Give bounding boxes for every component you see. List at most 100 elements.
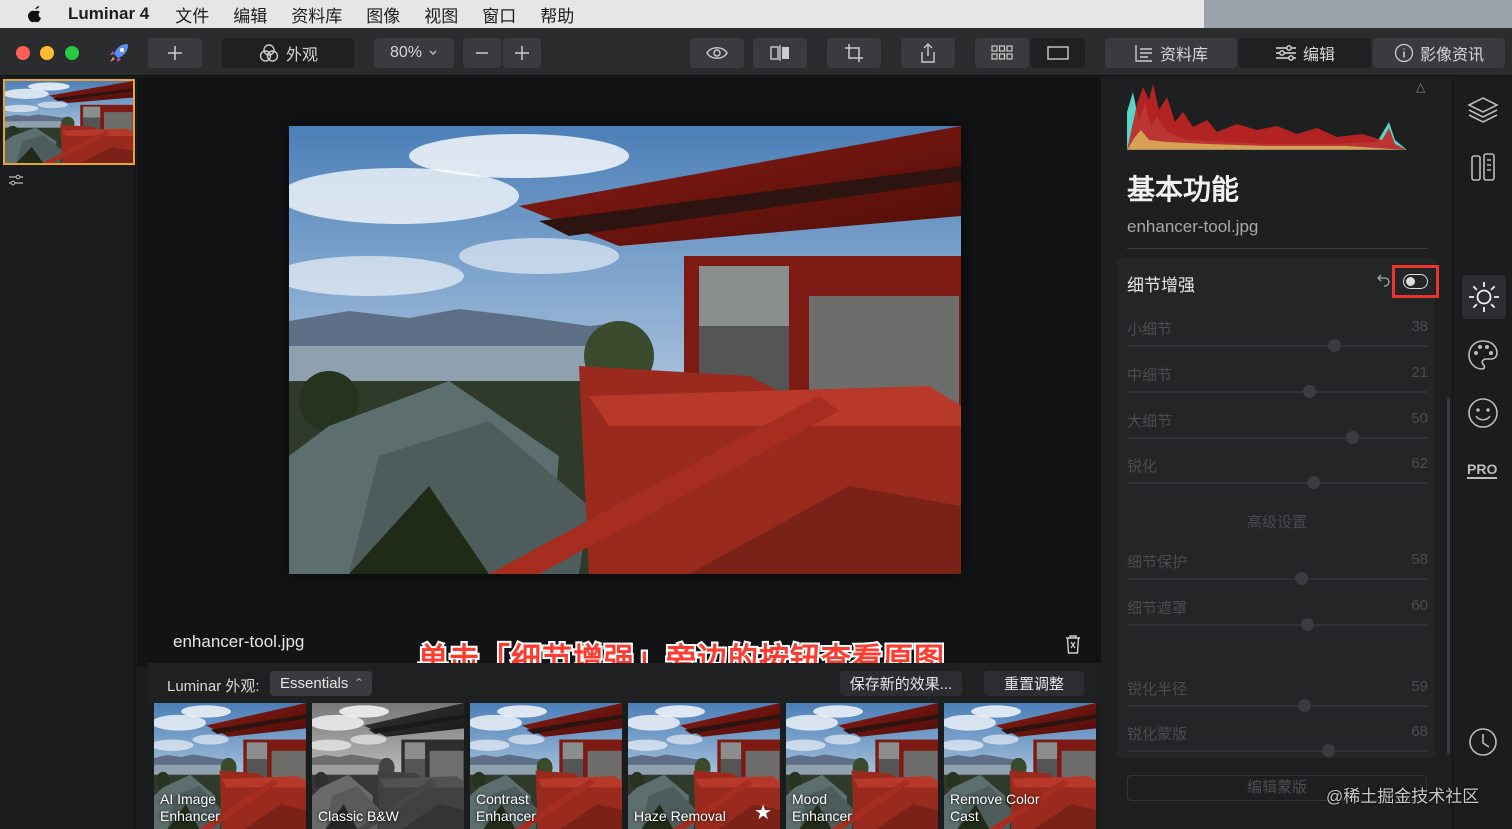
slider-label: 锐化半径 [1127,681,1188,698]
plus-icon [515,46,529,60]
look-tile-ai-image-enhancer[interactable]: AI Image Enhancer [154,703,306,829]
slider-handle[interactable] [1307,476,1320,489]
history-clock-icon[interactable] [1466,725,1500,764]
favorite-star-icon[interactable]: ★ [754,800,772,825]
divider [1127,248,1427,249]
palette-creative-icon[interactable] [1466,338,1500,377]
face-portrait-icon[interactable] [1466,396,1500,435]
reset-adjustments-button[interactable]: 重置调整 [984,671,1084,696]
toolbar: 外观 80% 资料库 编辑 影像资讯 [0,28,1512,76]
panel-scrollbar[interactable] [1447,398,1450,754]
looks-button[interactable]: 外观 [222,38,354,68]
tool-title[interactable]: 细节增强 [1127,271,1195,296]
zoom-in-button[interactable] [503,38,541,68]
slider-track[interactable] [1127,391,1427,393]
advanced-settings-label[interactable]: 高级设置 [1127,511,1427,532]
tab-library[interactable]: 资料库 [1105,38,1237,68]
pro-tools-icon[interactable]: PRO [1467,461,1498,479]
crop-icon [845,44,863,62]
slider-track[interactable] [1127,345,1427,347]
highlight-clipping-icon[interactable]: △ [1416,80,1425,94]
canvas-tools-icon[interactable] [1466,152,1500,189]
menu-view[interactable]: 视图 [424,2,458,27]
split-view-icon [770,45,789,61]
eye-icon [706,47,728,59]
looks-category-value: Essentials [280,675,349,692]
slider-handle[interactable] [1302,385,1316,398]
slider-track[interactable] [1127,624,1427,626]
tool-visibility-toggle[interactable] [1403,274,1428,289]
look-tile-contrast-enhancer[interactable]: Contrast Enhancer [470,703,622,829]
zoom-select[interactable]: 80% [374,38,454,68]
slider-handle[interactable] [1346,431,1359,444]
slider-track[interactable] [1127,705,1427,707]
crop-button[interactable] [827,38,881,68]
tab-edit[interactable]: 编辑 [1239,38,1371,68]
menu-library[interactable]: 资料库 [291,2,342,27]
slider-label: 锐化蒙版 [1127,726,1188,743]
slider-handle[interactable] [1322,744,1335,757]
close-window-button[interactable] [16,46,30,60]
look-caption: Remove Color Cast [950,791,1040,824]
tab-info[interactable]: 影像资讯 [1373,38,1505,68]
compare-button[interactable] [753,38,807,68]
slider-track[interactable] [1127,437,1427,439]
app-name-menu[interactable]: Luminar 4 [68,4,149,24]
slider-value: 59 [1411,678,1428,695]
look-tile-remove-color-cast[interactable]: Remove Color Cast [944,703,1096,829]
looks-label: Luminar 外观: [167,678,260,695]
slider-label: 锐化 [1127,458,1158,475]
panel-file-name: enhancer-tool.jpg [1127,217,1259,236]
main-photo[interactable] [289,126,961,574]
looks-icon [259,44,279,62]
slider-track[interactable] [1127,482,1427,484]
look-caption: Haze Removal [634,808,726,824]
look-caption: AI Image Enhancer [160,791,220,824]
preview-original-button[interactable] [690,38,744,68]
looks-category-select[interactable]: Essentials ⌃ [270,671,372,696]
tab-edit-label: 编辑 [1302,47,1335,64]
apple-icon[interactable] [24,3,46,25]
look-tile-mood-enhancer[interactable]: Mood Enhancer [786,703,938,829]
zoom-out-button[interactable] [463,38,501,68]
menu-bar: Luminar 4 文件 编辑 资料库 图像 视图 窗口 帮助 [0,0,1512,28]
slider-handle[interactable] [1295,572,1308,585]
look-tile-classic-bw[interactable]: Classic B&W [312,703,464,829]
minimize-window-button[interactable] [40,46,54,60]
photo-thumbnail[interactable] [3,79,135,165]
trash-icon[interactable] [1064,634,1082,659]
photo-image [289,126,961,574]
sliders-icon [1275,45,1296,61]
zoom-window-button[interactable] [65,46,79,60]
watermark: @稀土掘金技术社区 [1326,787,1480,806]
slider-handle[interactable] [1298,699,1311,712]
slider-value: 50 [1411,410,1428,427]
share-icon [921,43,935,63]
menu-help[interactable]: 帮助 [540,2,574,27]
menubar-status-area [1204,0,1512,28]
menu-image[interactable]: 图像 [366,2,400,27]
edited-indicator-icon [8,173,24,191]
info-icon [1394,43,1414,63]
rocket-icon[interactable] [107,41,131,70]
layers-icon[interactable] [1466,95,1500,130]
menu-file[interactable]: 文件 [175,2,209,27]
add-photos-button[interactable] [148,38,202,68]
menu-window[interactable]: 窗口 [482,2,516,27]
slider-track[interactable] [1127,578,1427,580]
look-tile-haze-removal[interactable]: Haze Removal ★ [628,703,780,829]
tool-category-rail [1452,77,1512,829]
slider-handle[interactable] [1328,339,1341,352]
slider-value: 60 [1411,597,1428,614]
grid-view-button[interactable] [975,38,1029,68]
share-button[interactable] [901,38,955,68]
look-caption: Contrast Enhancer [476,791,536,824]
menu-edit[interactable]: 编辑 [233,2,267,27]
tab-library-label: 资料库 [1159,47,1208,64]
slider-handle[interactable] [1301,618,1314,631]
sun-essentials-icon[interactable] [1467,280,1501,319]
undo-icon[interactable] [1377,273,1391,294]
single-view-button[interactable] [1031,38,1085,68]
slider-track[interactable] [1127,750,1427,752]
save-look-button[interactable]: 保存新的效果... [840,671,962,696]
